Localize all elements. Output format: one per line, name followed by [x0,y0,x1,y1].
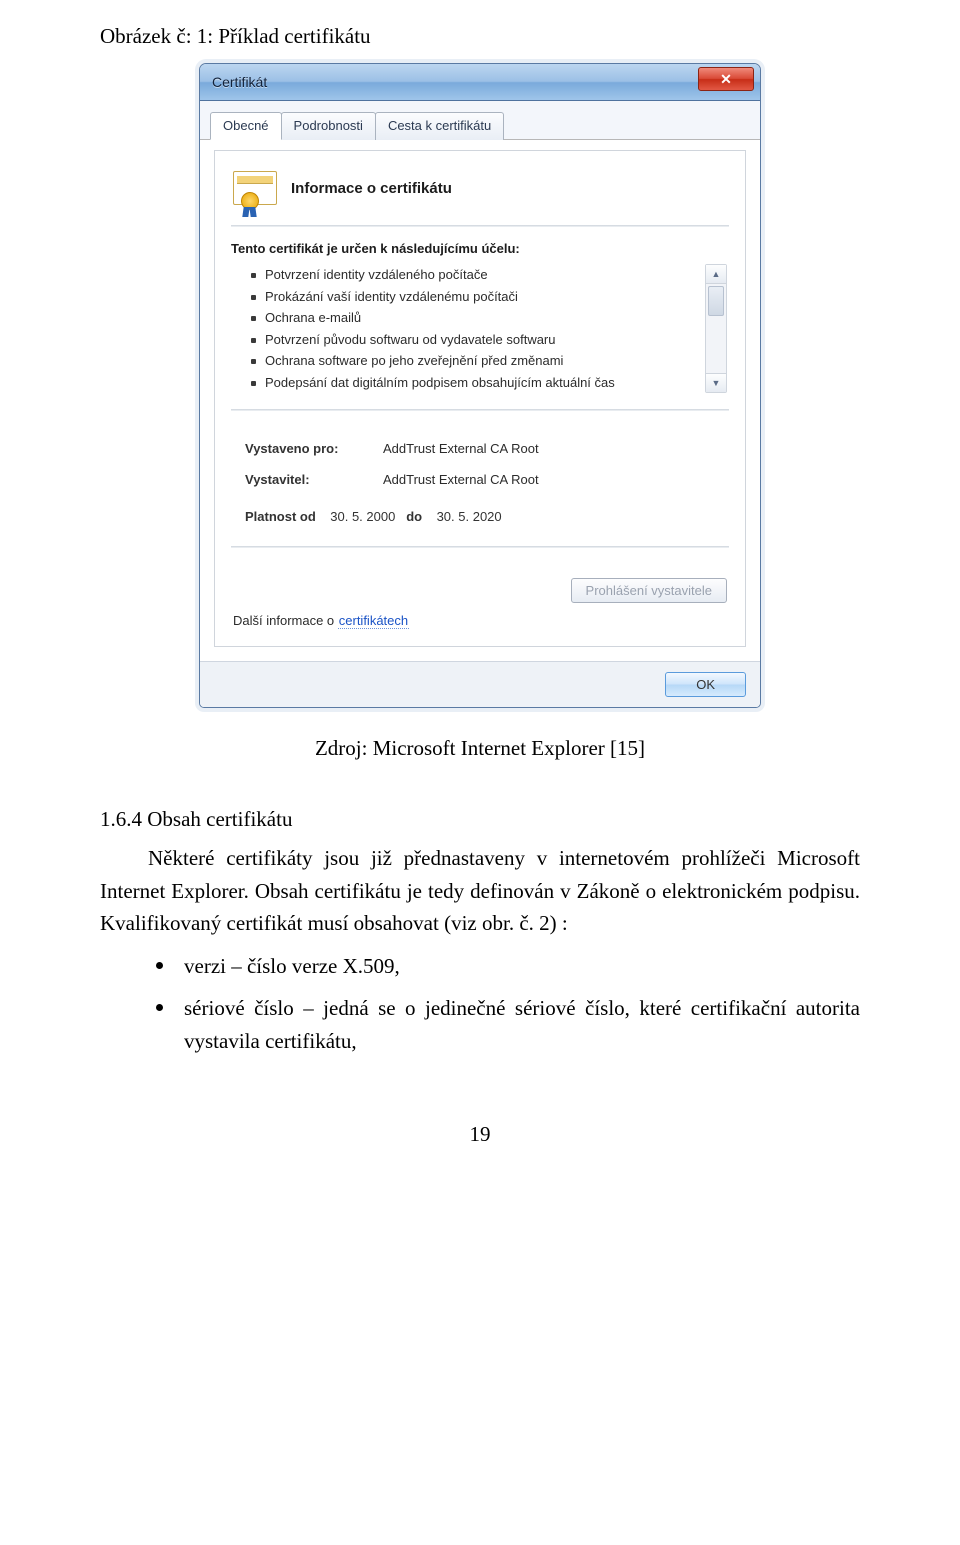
validity-row: Platnost od 30. 5. 2000 do 30. 5. 2020 [245,495,729,524]
section-heading: 1.6.4 Obsah certifikátu [100,807,860,832]
issuer-value: AddTrust External CA Root [383,472,539,487]
scroll-track[interactable] [706,318,726,373]
purpose-scrollbar[interactable]: ▲ ▼ [705,264,727,393]
window-titlebar: Certifikát ✕ [200,64,760,101]
tab-cert-path[interactable]: Cesta k certifikátu [375,112,504,140]
tab-bar: Obecné Podrobnosti Cesta k certifikátu [200,101,760,140]
cert-info-heading: Informace o certifikátu [291,180,452,197]
tab-general[interactable]: Obecné [210,112,282,140]
close-icon: ✕ [720,72,732,86]
tab-panel: Informace o certifikátu Tento certifikát… [200,140,760,661]
bullet-item: verzi – číslo verze X.509, [156,950,860,993]
more-info-prefix: Další informace o [233,613,338,628]
ok-button[interactable]: OK [665,672,746,697]
purpose-item: Ochrana software po jeho zveřejnění před… [251,350,695,372]
dialog-button-row: OK [200,661,760,707]
purpose-list: Potvrzení identity vzdáleného počítače P… [231,264,695,393]
bullet-item: sériové číslo – jedná se o jedinečné sér… [156,992,860,1067]
issuer-label: Vystavitel: [245,472,373,487]
screenshot-container: Certifikát ✕ Obecné Podrobnosti Cesta k … [100,63,860,708]
purpose-item: Potvrzení identity vzdáleného počítače [251,264,695,286]
certificate-icon [233,171,277,205]
issued-to-label: Vystaveno pro: [245,441,373,456]
window-title: Certifikát [212,74,698,90]
purpose-row: Potvrzení identity vzdáleného počítače P… [231,264,729,393]
certificate-header: Informace o certifikátu [231,165,729,221]
panel-inner: Informace o certifikátu Tento certifikát… [214,150,746,647]
certificate-window: Certifikát ✕ Obecné Podrobnosti Cesta k … [199,63,761,708]
divider [231,546,729,548]
scroll-thumb[interactable] [708,286,724,316]
issuer-statement-button: Prohlášení vystavitele [571,578,727,603]
tab-details[interactable]: Podrobnosti [281,112,376,140]
purpose-item: Ochrana e-mailů [251,307,695,329]
divider [231,409,729,411]
section-paragraph: Některé certifikáty jsou již přednastave… [100,842,860,940]
valid-to-label: do [406,509,422,524]
scroll-up-icon[interactable]: ▲ [706,265,726,284]
scroll-down-icon[interactable]: ▼ [706,373,726,392]
issuer-row: Vystavitel: AddTrust External CA Root [245,464,729,495]
more-info-link[interactable]: certifikátech [338,613,409,629]
purpose-item: Podepsání dat digitálním podpisem obsahu… [251,372,695,394]
page-number: 19 [100,1068,860,1147]
valid-to-value: 30. 5. 2020 [437,509,502,524]
valid-from-label: Platnost od [245,509,316,524]
purpose-heading: Tento certifikát je určen k následujícím… [231,241,729,256]
body-text: 1.6.4 Obsah certifikátu Některé certifik… [100,807,860,1067]
purpose-item: Potvrzení původu softwaru od vydavatele … [251,329,695,351]
figure-caption: Obrázek č: 1: Příklad certifikátu [100,24,860,49]
valid-from-value: 30. 5. 2000 [330,509,395,524]
purpose-item: Prokázání vaší identity vzdálenému počít… [251,286,695,308]
issued-to-row: Vystaveno pro: AddTrust External CA Root [245,433,729,464]
source-line: Zdroj: Microsoft Internet Explorer [15] [100,736,860,761]
window-close-button[interactable]: ✕ [698,67,754,91]
section-bullets: verzi – číslo verze X.509, sériové číslo… [100,950,860,1068]
issued-to-value: AddTrust External CA Root [383,441,539,456]
bottom-button-bar: Prohlášení vystavitele [231,562,729,609]
certificate-details: Vystaveno pro: AddTrust External CA Root… [245,433,729,524]
divider [231,225,729,227]
more-info-line: Další informace o certifikátech [231,609,729,630]
